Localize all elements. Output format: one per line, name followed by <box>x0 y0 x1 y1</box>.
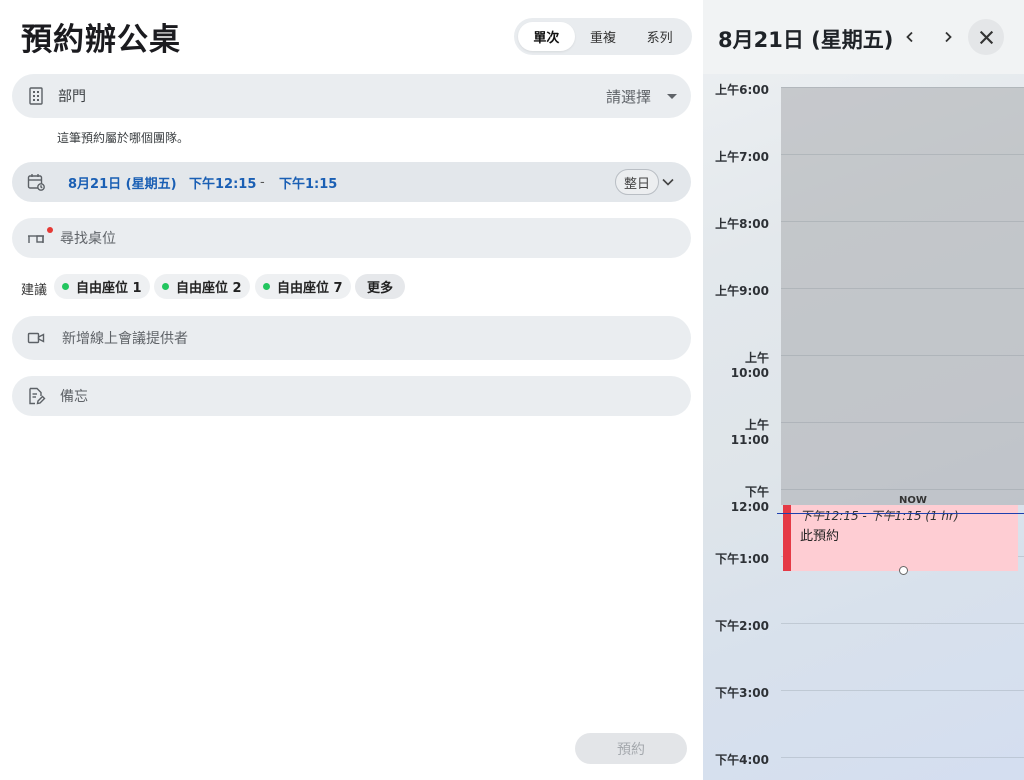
available-dot <box>62 283 69 290</box>
department-hint: 這筆預約屬於哪個團隊。 <box>57 131 190 145</box>
hour-gridline <box>781 288 1024 289</box>
page-title: 預約辦公桌 <box>21 22 181 58</box>
suggestion-chip[interactable]: 自由座位 1 <box>54 274 150 299</box>
hour-label: 下午2:00 <box>715 619 769 633</box>
timeline[interactable]: 上午6:00 上午7:00 上午8:00 上午9:00 上午10:00 上午11… <box>703 74 1024 780</box>
event-resize-handle[interactable] <box>899 566 908 575</box>
mode-single-button[interactable]: 單次 <box>518 22 575 51</box>
building-icon <box>26 86 46 106</box>
hour-label: 上午9:00 <box>715 284 769 298</box>
online-meeting-field[interactable]: 新增線上會議提供者 <box>12 316 691 360</box>
suggestion-chip[interactable]: 自由座位 2 <box>154 274 250 299</box>
close-icon <box>979 30 993 44</box>
available-dot <box>162 283 169 290</box>
hour-label: 下午1:00 <box>715 552 769 566</box>
hour-label: 下午4:00 <box>715 753 769 767</box>
recurrence-mode-toggle: 單次 重複 系列 <box>514 18 692 55</box>
more-suggestions-button[interactable]: 更多 <box>355 274 406 299</box>
hour-label: 下午3:00 <box>715 686 769 700</box>
online-meeting-input[interactable]: 新增線上會議提供者 <box>62 328 188 348</box>
event-time: 下午12:15 - 下午1:15 (1 hr) <box>800 509 959 523</box>
day-calendar-panel: 8月21日 (星期五) 上午6:00 上午7:00 上午8:00 上午9:00 … <box>703 0 1024 780</box>
next-day-button[interactable] <box>937 26 959 48</box>
suggestion-chip[interactable]: 自由座位 7 <box>255 274 351 299</box>
suggestion-chip-label: 自由座位 2 <box>176 281 242 296</box>
suggestion-chip-label: 自由座位 7 <box>277 281 343 296</box>
caret-down-icon <box>667 94 677 99</box>
booking-form-panel: 預約辦公桌 單次 重複 系列 部門 請選擇 這筆預約屬於哪個團隊。 8月21日 … <box>0 0 703 780</box>
hour-gridline <box>781 422 1024 423</box>
mode-repeat-button[interactable]: 重複 <box>575 22 632 51</box>
chevron-down-icon[interactable] <box>661 174 675 188</box>
past-time-overlay <box>781 87 1024 505</box>
mode-series-button[interactable]: 系列 <box>631 22 688 51</box>
calendar-header: 8月21日 (星期五) <box>703 0 1024 74</box>
hour-gridline <box>781 154 1024 155</box>
hour-label: 下午12:00 <box>730 485 769 514</box>
book-button[interactable]: 預約 <box>575 733 687 764</box>
close-button[interactable] <box>968 19 1004 55</box>
desk-search-input[interactable]: 尋找桌位 <box>60 228 116 248</box>
required-dot <box>47 227 53 233</box>
now-label: NOW <box>899 495 927 506</box>
department-label: 部門 <box>58 89 86 105</box>
hour-gridline <box>781 757 1024 758</box>
booking-date[interactable]: 8月21日 (星期五) <box>68 173 177 192</box>
note-edit-icon <box>26 386 46 406</box>
department-select[interactable]: 部門 請選擇 <box>12 74 691 118</box>
hour-label: 上午11:00 <box>730 418 769 447</box>
time-separator: - <box>260 174 265 190</box>
hour-label: 上午10:00 <box>730 351 769 380</box>
desk-icon <box>26 228 46 248</box>
calendar-clock-icon <box>26 172 46 192</box>
available-dot <box>263 283 270 290</box>
suggestions-label: 建議 <box>21 283 48 298</box>
hour-gridline <box>781 623 1024 624</box>
video-camera-icon <box>26 328 46 348</box>
all-day-toggle[interactable]: 整日 <box>615 169 659 195</box>
hour-gridline <box>781 355 1024 356</box>
hour-label: 上午8:00 <box>715 217 769 231</box>
start-time[interactable]: 下午12:15 <box>189 173 256 192</box>
desk-search-field[interactable]: 尋找桌位 <box>12 218 691 258</box>
event-title: 此預約 <box>800 529 840 544</box>
chevron-left-icon <box>906 31 913 43</box>
hour-label: 上午7:00 <box>715 150 769 164</box>
end-time[interactable]: 下午1:15 <box>279 173 337 192</box>
booking-event-block[interactable]: 下午12:15 - 下午1:15 (1 hr) 此預約 <box>783 505 1018 571</box>
hour-label: 上午6:00 <box>715 83 769 97</box>
datetime-row[interactable]: 8月21日 (星期五) 下午12:15 - 下午1:15 整日 <box>12 162 691 202</box>
department-selected-value: 請選擇 <box>605 87 651 106</box>
chevron-right-icon <box>945 31 952 43</box>
previous-day-button[interactable] <box>899 26 921 48</box>
hour-gridline <box>781 87 1024 88</box>
calendar-day-title: 8月21日 (星期五) <box>718 28 894 52</box>
hour-gridline <box>781 221 1024 222</box>
hour-gridline <box>781 489 1024 490</box>
notes-input[interactable]: 備忘 <box>60 386 88 406</box>
now-indicator-line <box>777 513 1024 514</box>
suggestion-chip-label: 自由座位 1 <box>76 281 142 296</box>
hour-gridline <box>781 690 1024 691</box>
notes-field[interactable]: 備忘 <box>12 376 691 416</box>
